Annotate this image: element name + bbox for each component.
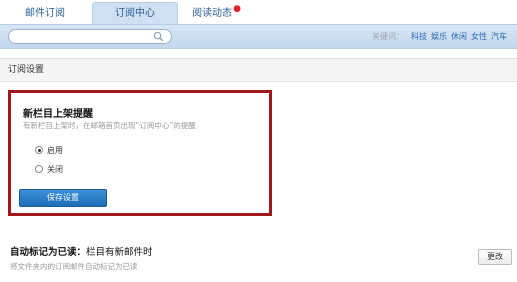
save-button[interactable]: 保存设置 (19, 189, 107, 207)
reminder-title: 新栏目上架提醒 (23, 109, 93, 120)
search-icon[interactable] (153, 31, 164, 42)
radio-label: 关闭 (47, 165, 63, 174)
radio-checked-icon[interactable] (35, 146, 43, 154)
keyword-list: 关键词： 科技 娱乐 休闲 女性 汽车 (372, 31, 507, 42)
search-input[interactable] (17, 31, 157, 43)
tab-label: 邮件订阅 (25, 8, 65, 19)
section-header: 订阅设置 (0, 58, 517, 82)
radio-enable[interactable]: 启用 (35, 145, 63, 157)
radio-label: 启用 (47, 146, 63, 155)
radio-disable[interactable]: 关闭 (35, 164, 63, 176)
automark-title-label: 自动标记为已读： (10, 247, 87, 258)
tab-reading-updates[interactable]: 阅读动态● (180, 2, 252, 24)
keyword-link[interactable]: 休闲 (451, 32, 467, 41)
reminder-setting-panel: 新栏目上架提醒 有新栏目上架时，在邮箱首页出现“订阅中心”的提醒 启用 关闭 保… (8, 90, 272, 216)
keyword-label: 关键词： (372, 32, 404, 41)
notification-dot-icon: ● (233, 4, 241, 14)
automark-title: 自动标记为已读：栏目有新邮件时 (10, 244, 153, 258)
search-bar: 关键词： 科技 娱乐 休闲 女性 汽车 (0, 24, 517, 49)
keyword-link[interactable]: 娱乐 (431, 32, 447, 41)
change-button[interactable]: 更改 (478, 249, 512, 265)
radio-unchecked-icon[interactable] (35, 165, 43, 173)
keyword-link[interactable]: 女性 (471, 32, 487, 41)
keyword-link[interactable]: 科技 (411, 32, 427, 41)
keyword-link[interactable]: 汽车 (491, 32, 507, 41)
automark-title-value: 栏目有新邮件时 (86, 247, 153, 258)
tab-label: 订阅中心 (115, 8, 155, 19)
automark-description: 将文件夹内的订阅邮件自动标记为已读 (10, 262, 138, 271)
reminder-description: 有新栏目上架时，在邮箱首页出现“订阅中心”的提醒 (23, 121, 196, 130)
search-box (8, 29, 172, 44)
tab-bar: 邮件订阅 订阅中心 阅读动态● (0, 0, 517, 26)
tab-label: 阅读动态 (192, 8, 233, 19)
tab-mail-subscription[interactable]: 邮件订阅 (0, 2, 90, 24)
tab-subscription-center[interactable]: 订阅中心 (92, 2, 178, 24)
